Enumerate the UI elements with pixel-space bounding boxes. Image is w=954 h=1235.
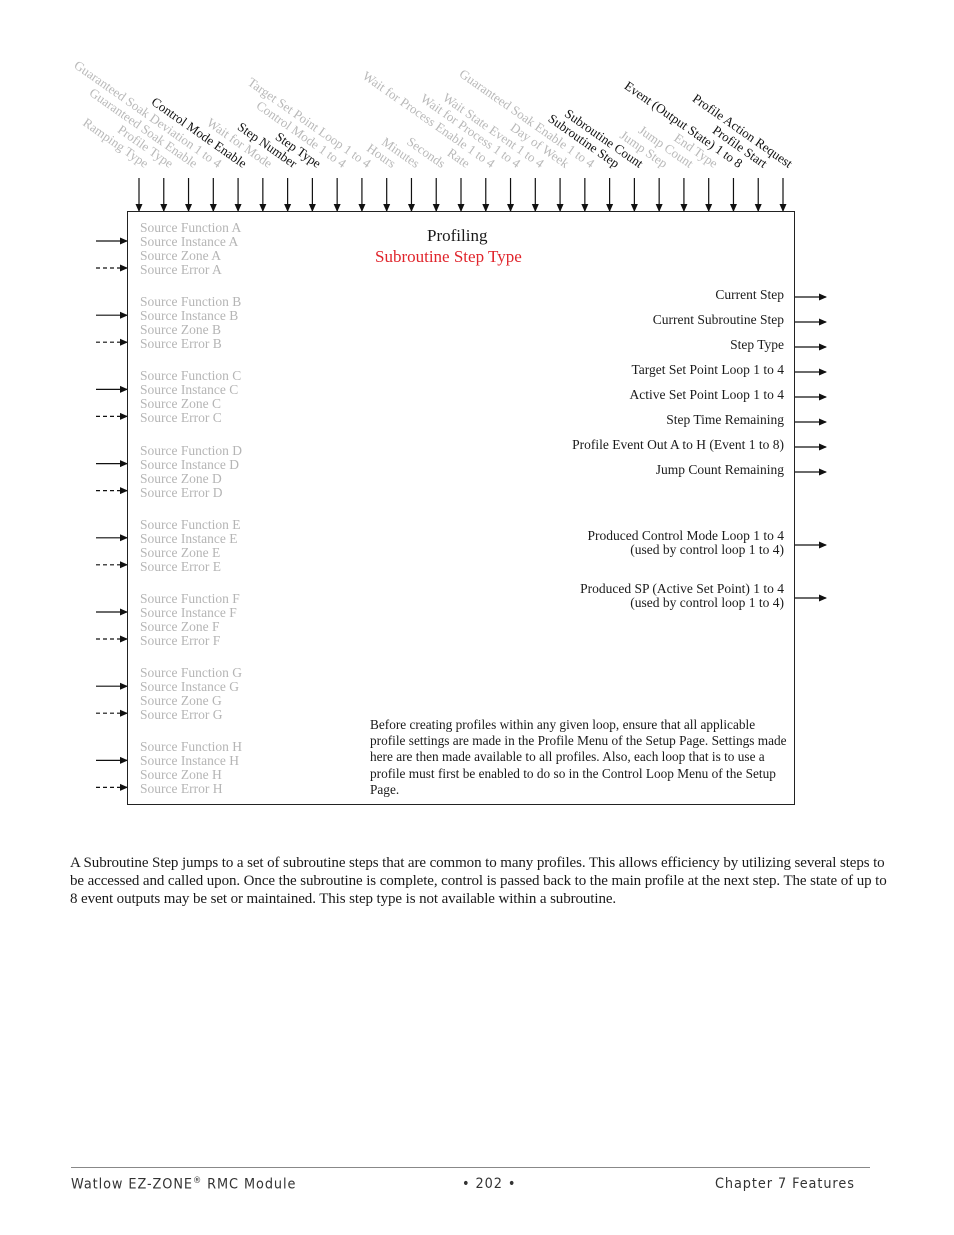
output-label: Produced SP (Active Set Point) 1 to 4 (us… xyxy=(580,581,784,610)
source-label: Source Zone F xyxy=(140,619,220,634)
source-group: Source Function F Source Instance F Source… xyxy=(140,592,240,648)
source-label: Source Instance A xyxy=(140,234,239,249)
block-subtitle: Subroutine Step Type xyxy=(375,247,522,266)
source-label: Source Instance D xyxy=(140,456,239,472)
source-label: Source Instance H xyxy=(140,753,239,769)
source-group: Source Function C Source Instance C Source… xyxy=(140,369,241,425)
source-label: Source Instance G xyxy=(140,679,239,695)
source-label: Source Zone H xyxy=(140,767,222,783)
source-group: Source Function E Source Instance E Source… xyxy=(140,516,241,574)
source-label: Source Function A xyxy=(140,220,242,235)
source-label: Source Error E xyxy=(140,558,221,574)
source-label: Source Function H xyxy=(140,739,242,755)
source-label: Source Instance C xyxy=(140,382,239,398)
source-label: Source Error G xyxy=(140,707,223,723)
source-group: Source Function H Source Instance H Source… xyxy=(140,740,242,796)
source-group: Source Function D Source Instance D Source… xyxy=(140,442,242,500)
source-label: Source Error C xyxy=(140,410,222,426)
source-label: Source Zone B xyxy=(140,322,221,338)
profiling-block-diagram: Ramping Type Profile Type Guaranteed Soak … xyxy=(0,0,954,830)
block-title: Profiling xyxy=(427,226,488,245)
source-label: Source Zone G xyxy=(140,693,222,709)
source-label: Source Error H xyxy=(140,781,223,797)
footer-divider xyxy=(71,1167,870,1168)
output-label: Jump Count Remaining xyxy=(655,462,784,477)
description-paragraph: A Subroutine Step jumps to a set of subr… xyxy=(70,855,887,907)
footer-product-name: Watlow EZ-ZONE xyxy=(71,1176,193,1193)
source-label: Source Function E xyxy=(140,516,241,532)
page-number: • 202 • xyxy=(462,1176,517,1192)
source-label: Source Error F xyxy=(140,633,221,648)
source-label: Source Function D xyxy=(140,442,242,458)
source-label: Source Function F xyxy=(140,591,240,606)
output-label: Step Type xyxy=(730,337,784,352)
source-label: Source Zone A xyxy=(140,248,221,263)
source-label: Source Function G xyxy=(140,665,242,681)
output-label: Target Set Point Loop 1 to 4 xyxy=(631,362,784,377)
source-label: Source Instance E xyxy=(140,530,238,546)
output-label: Active Set Point Loop 1 to 4 xyxy=(629,387,785,402)
source-group: Source Function B Source Instance B Source… xyxy=(140,295,241,351)
source-label: Source Instance F xyxy=(140,605,237,620)
output-label: Produced Control Mode Loop 1 to 4 (used b… xyxy=(587,528,784,557)
source-label: Source Zone C xyxy=(140,396,221,412)
source-label: Source Function B xyxy=(140,294,242,310)
source-group: Source Function G Source Instance G Source… xyxy=(140,666,242,722)
output-label: Step Time Remaining xyxy=(666,412,784,427)
source-label: Source Zone D xyxy=(140,470,222,486)
output-label: Current Subroutine Step xyxy=(652,312,784,327)
source-label: Source Error B xyxy=(140,336,222,352)
source-label: Source Function C xyxy=(140,368,242,384)
footer-product: Watlow EZ-ZONE® RMC Module xyxy=(71,1176,296,1193)
registered-mark: ® xyxy=(192,1176,203,1186)
source-label: Source Instance B xyxy=(140,308,239,324)
source-group: Source Function A Source Instance A Source… xyxy=(140,221,241,277)
source-label: Source Zone E xyxy=(140,544,221,560)
footer-product-suffix: RMC Module xyxy=(202,1176,297,1193)
source-label: Source Error D xyxy=(140,484,223,500)
setup-note: Before creating profiles within any give… xyxy=(370,717,787,797)
footer-chapter: Chapter 7 Features xyxy=(715,1176,855,1192)
output-label: Current Step xyxy=(715,287,784,302)
output-label: Profile Event Out A to H (Event 1 to 8) xyxy=(572,437,784,452)
source-label: Source Error A xyxy=(140,262,222,277)
